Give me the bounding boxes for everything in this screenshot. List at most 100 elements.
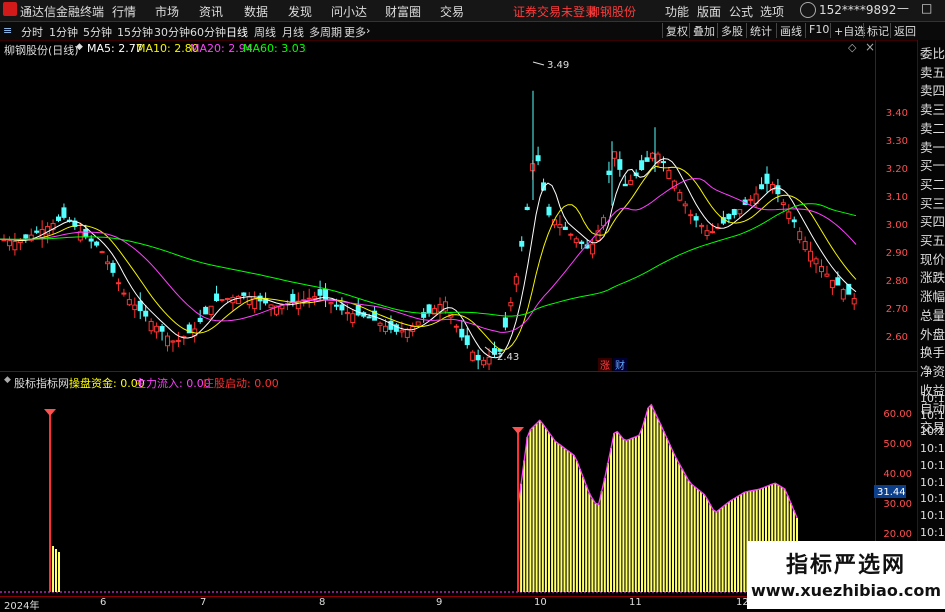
period-tab-monthly[interactable]: 月线 [282, 24, 304, 40]
date-label: 7 [200, 597, 207, 608]
stats-button[interactable]: 统计 [746, 23, 772, 38]
login-notice[interactable]: 证券交易未登录 [513, 3, 597, 20]
candle [219, 298, 225, 301]
candle [333, 304, 339, 307]
sidebar-item[interactable]: 现价 [920, 249, 945, 268]
indicator-bar [569, 452, 572, 592]
indicator-bar [616, 431, 619, 592]
multi-stock-button[interactable]: 多股 [717, 23, 743, 38]
menu-toggle-icon[interactable]: ≡ [3, 24, 12, 37]
menu-item-wealth[interactable]: 财富圈 [385, 3, 421, 20]
indicator-bar [610, 448, 612, 592]
f10-button[interactable]: F10 [805, 23, 829, 38]
candle [404, 328, 410, 338]
user-account[interactable]: 152****9892 [819, 3, 896, 17]
chevron-right-icon[interactable]: › [366, 24, 370, 37]
sidebar-item[interactable]: 10:18 [920, 492, 945, 505]
stock-period-label: 柳钢股份(日线) [4, 44, 79, 57]
candle [339, 304, 345, 311]
candle [508, 302, 514, 307]
indicator-settings-icon[interactable]: ◆ [4, 375, 11, 385]
candlestick-chart[interactable]: 3.49 2.43 3.40 3.30 3.20 3.10 3.00 2.90 … [0, 40, 917, 372]
candle [17, 240, 23, 244]
candle [61, 207, 67, 218]
settings-icon[interactable]: ◆ [76, 42, 83, 52]
sidebar-item[interactable]: 外盘 [920, 324, 945, 343]
indicator-title[interactable]: 股标指标网 [14, 375, 69, 391]
period-tab-5min[interactable]: 5分钟 [83, 24, 112, 40]
period-tab-30min[interactable]: 30分钟 [154, 24, 190, 40]
restore-rights-button[interactable]: 复权 [662, 23, 688, 38]
menu-item-formula[interactable]: 公式 [729, 3, 753, 20]
menu-item-news[interactable]: 资讯 [199, 3, 223, 20]
current-stock: 柳钢股份 [588, 5, 637, 19]
candle [748, 198, 754, 201]
sidebar-item[interactable]: 10:16 [920, 409, 945, 422]
sidebar-item[interactable]: 卖三 [920, 99, 945, 118]
period-tab-intraday[interactable]: 分时 [21, 24, 43, 40]
indicator-axis: 60.00 50.00 40.00 30.00 20.00 [883, 409, 912, 540]
sidebar-item[interactable]: 买一 [920, 155, 945, 174]
sidebar-item[interactable]: 买四 [920, 211, 945, 230]
candle [851, 298, 857, 305]
menu-item-options[interactable]: 选项 [760, 3, 784, 20]
sidebar-item[interactable]: 买五 [920, 230, 945, 249]
back-button[interactable]: 返回 [890, 23, 916, 38]
sidebar-item[interactable]: 卖二 [920, 118, 945, 137]
sidebar-item[interactable]: 10:18 [920, 526, 945, 539]
period-tab-more[interactable]: 更多 [344, 24, 366, 40]
candle [824, 273, 830, 277]
sidebar-item[interactable]: 净资 [920, 361, 945, 380]
sidebar-item[interactable]: 卖五 [920, 62, 945, 81]
menu-item-markets[interactable]: 市场 [155, 3, 179, 20]
menu-item-function[interactable]: 功能 [665, 3, 689, 20]
sidebar-item[interactable]: 10:17 [920, 459, 945, 472]
menu-item-trade[interactable]: 交易 [440, 3, 464, 20]
sidebar-item[interactable]: 涨幅 [920, 286, 945, 305]
minimize-icon[interactable]: — [897, 1, 909, 15]
sidebar-item[interactable]: 10:18 [920, 509, 945, 522]
mark-button[interactable]: 标记 [863, 23, 889, 38]
maximize-icon[interactable]: □ [921, 1, 932, 15]
menu-item-layout[interactable]: 版面 [697, 3, 721, 20]
sidebar-item[interactable]: 10:16 [920, 442, 945, 455]
period-tab-60min[interactable]: 60分钟 [190, 24, 226, 40]
menu-item-market[interactable]: 行情 [112, 3, 136, 20]
sidebar-item[interactable]: 10:16 [920, 425, 945, 438]
sidebar-item[interactable]: 总量 [920, 305, 945, 324]
menu-item-discover[interactable]: 发现 [288, 3, 312, 20]
period-tab-daily[interactable]: 日线 [226, 24, 248, 40]
candle [568, 233, 574, 236]
sidebar-item[interactable]: 10:16 [920, 392, 945, 405]
candle [208, 305, 214, 315]
candle [470, 351, 476, 361]
indicator-bar [668, 444, 671, 592]
candle [154, 325, 160, 333]
sidebar-item[interactable]: 10:17 [920, 476, 945, 489]
indicator-label-capital: 操盘资金: 0.00 [69, 377, 145, 390]
period-tab-1min[interactable]: 1分钟 [49, 24, 78, 40]
menu-item-ask[interactable]: 问小达 [331, 3, 367, 20]
draw-line-button[interactable]: 画线 [776, 23, 802, 38]
sidebar-item[interactable]: 卖一 [920, 137, 945, 156]
period-tab-multi[interactable]: 多周期 [309, 24, 342, 40]
sidebar-item[interactable]: 委比 [920, 43, 945, 62]
sidebar-item[interactable]: 卖四 [920, 80, 945, 99]
expand-icon[interactable]: ◇ [848, 41, 856, 54]
sidebar-item[interactable]: 买二 [920, 174, 945, 193]
overlay-button[interactable]: 叠加 [689, 23, 715, 38]
candle [562, 226, 568, 230]
indicator-bar [538, 420, 541, 592]
sidebar-item[interactable]: 涨跌 [920, 267, 945, 286]
user-avatar-icon[interactable] [800, 2, 816, 18]
date-label: 11 [629, 597, 642, 608]
period-tab-15min[interactable]: 15分钟 [117, 24, 153, 40]
sidebar-item[interactable]: 买三 [920, 193, 945, 212]
add-watchlist-button[interactable]: +自选 [830, 23, 865, 38]
indicator-bar [634, 436, 637, 592]
watermark-title: 指标严选网 [785, 553, 906, 578]
close-panel-icon[interactable]: × [865, 40, 875, 54]
menu-item-data[interactable]: 数据 [244, 3, 268, 20]
period-tab-weekly[interactable]: 周线 [254, 24, 276, 40]
sidebar-item[interactable]: 换手 [920, 342, 945, 361]
